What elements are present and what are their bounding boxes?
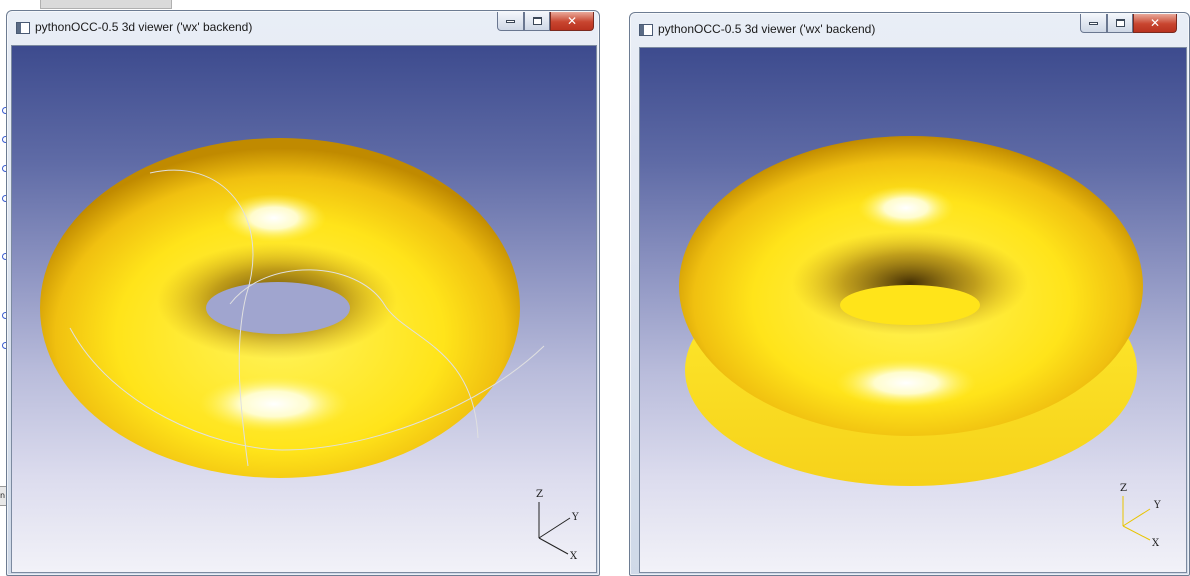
app-icon[interactable]: [16, 22, 30, 34]
highlight-bottom: [199, 376, 349, 432]
minimize-icon: [1089, 21, 1098, 25]
torus-hole: [206, 282, 350, 334]
axis-z-label: Z: [1120, 483, 1127, 494]
axis-y-label: Y: [1153, 500, 1161, 511]
viewer-window-right[interactable]: pythonOCC-0.5 3d viewer ('wx' backend) ✕: [629, 12, 1190, 576]
axis-y-label: Y: [571, 512, 579, 523]
app-icon[interactable]: [639, 24, 653, 36]
axis-x-label: X: [570, 551, 578, 562]
close-button[interactable]: ✕: [550, 12, 594, 31]
minimize-button[interactable]: [1080, 14, 1107, 33]
close-button[interactable]: ✕: [1133, 14, 1177, 33]
window-title: pythonOCC-0.5 3d viewer ('wx' backend): [35, 20, 253, 34]
axis-triad: [1122, 496, 1151, 541]
minimize-button[interactable]: [497, 12, 524, 31]
maximize-button[interactable]: [1107, 14, 1133, 33]
maximize-button[interactable]: [524, 12, 550, 31]
maximize-icon: [532, 17, 542, 25]
torus-render: Z Y X: [40, 138, 579, 562]
close-icon: ✕: [1149, 16, 1161, 30]
3d-viewport[interactable]: Z Y X: [11, 45, 597, 573]
axis-triad: [538, 502, 571, 555]
window-title: pythonOCC-0.5 3d viewer ('wx' backend): [658, 22, 876, 36]
background-toolbar: [40, 0, 172, 9]
maximize-icon: [1115, 19, 1125, 27]
close-icon: ✕: [566, 14, 578, 28]
highlight-bottom: [836, 359, 976, 407]
inner-cut-face: [840, 285, 980, 325]
viewer-window-left[interactable]: pythonOCC-0.5 3d viewer ('wx' backend) ✕: [6, 10, 600, 576]
axis-z-label: Z: [536, 489, 543, 500]
title-bar[interactable]: pythonOCC-0.5 3d viewer ('wx' backend) ✕: [630, 13, 1189, 47]
minimize-icon: [506, 19, 515, 23]
title-bar[interactable]: pythonOCC-0.5 3d viewer ('wx' backend) ✕: [7, 11, 599, 45]
3d-viewport[interactable]: Z Y X: [639, 47, 1187, 573]
axis-x-label: X: [1152, 538, 1160, 549]
cut-torus-render: Z Y X: [679, 136, 1161, 549]
highlight-top: [858, 186, 954, 230]
